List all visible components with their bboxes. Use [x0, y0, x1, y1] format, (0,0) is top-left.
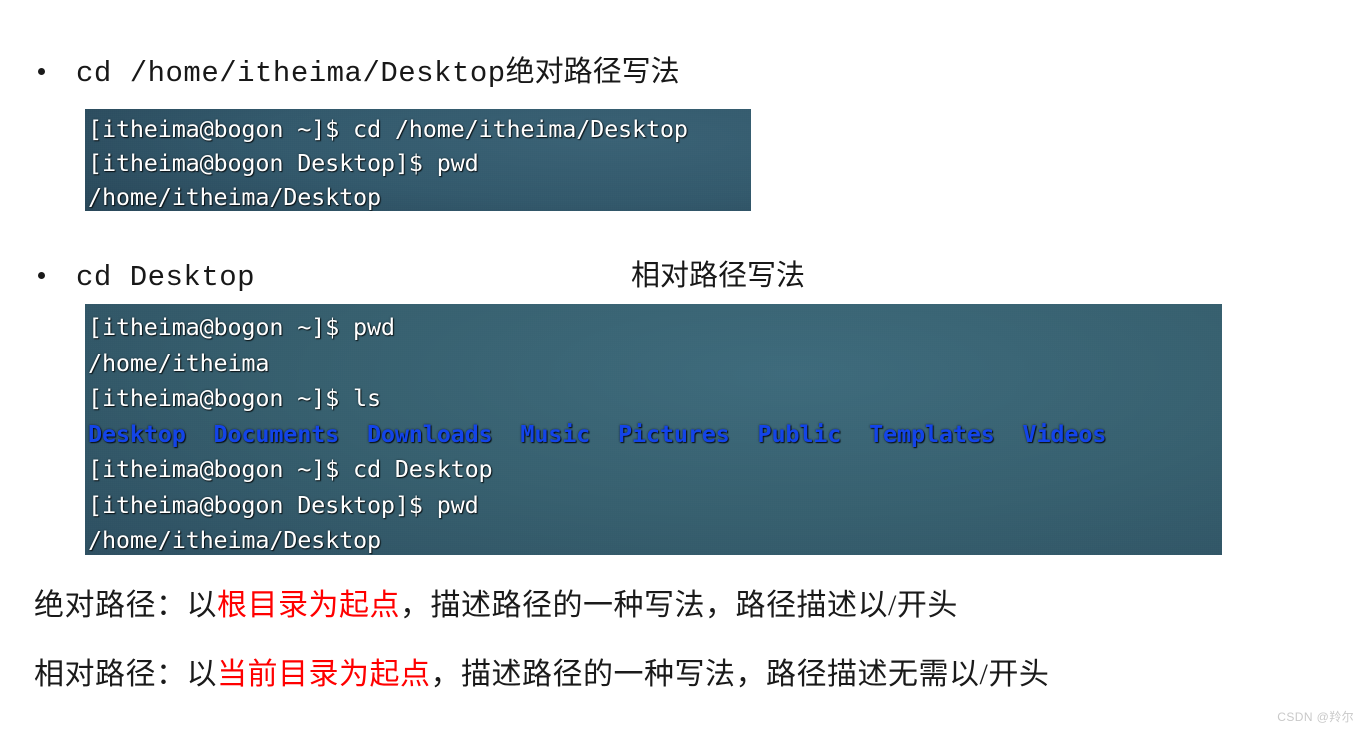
terminal-line-directory-listing: Desktop Documents Downloads Music Pictur… — [88, 419, 1107, 448]
bullet-command-text: cd Desktop — [76, 261, 256, 294]
terminal-output-lines: [itheima@bogon ~]$ pwd /home/itheima [it… — [85, 304, 1222, 555]
absolute-path-terminal: [itheima@bogon ~]$ cd /home/itheima/Desk… — [85, 109, 751, 211]
terminal-output-lines: [itheima@bogon ~]$ cd /home/itheima/Desk… — [85, 109, 751, 211]
note-highlight-text: 当前目录为起点 — [217, 658, 431, 691]
terminal-line: /home/itheima/Desktop — [88, 183, 381, 211]
terminal-line: /home/itheima — [88, 348, 270, 377]
note-highlight-text: 根目录为起点 — [217, 589, 400, 622]
terminal-line: [itheima@bogon ~]$ cd /home/itheima/Desk… — [88, 115, 688, 143]
terminal-line: [itheima@bogon ~]$ cd Desktop — [88, 455, 493, 483]
bullet-annotation-text: 绝对路径写法 — [505, 56, 680, 88]
note-tail-text: ，描述路径的一种写法，路径描述无需以/开头 — [430, 658, 1050, 691]
bullet-item-relative-path: cd Desktop 相对路径写法 — [38, 252, 805, 294]
terminal-line: [itheima@bogon Desktop]$ pwd — [88, 490, 479, 519]
note-relative-path: 相对路径：以当前目录为起点，描述路径的一种写法，路径描述无需以/开头 — [34, 649, 1049, 693]
terminal-line: [itheima@bogon Desktop]$ pwd — [88, 149, 479, 177]
terminal-line: [itheima@bogon ~]$ ls — [88, 384, 381, 412]
bullet-marker-icon — [38, 68, 45, 75]
bullet-command-text: cd /home/itheima/Desktop — [76, 57, 506, 90]
bullet-annotation-text: 相对路径写法 — [631, 260, 806, 292]
terminal-line: [itheima@bogon ~]$ pwd — [88, 313, 395, 341]
note-tail-text: ，描述路径的一种写法，路径描述以/开头 — [400, 589, 958, 622]
note-lead-text: 绝对路径：以 — [34, 589, 217, 622]
note-absolute-path: 绝对路径：以根目录为起点，描述路径的一种写法，路径描述以/开头 — [34, 580, 958, 624]
bullet-marker-icon — [38, 272, 45, 279]
bullet-item-absolute-path: cd /home/itheima/Desktop 绝对路径写法 — [38, 48, 680, 90]
note-lead-text: 相对路径：以 — [34, 658, 217, 691]
relative-path-terminal: [itheima@bogon ~]$ pwd /home/itheima [it… — [85, 304, 1222, 555]
csdn-watermark: CSDN @羚尔 — [1277, 710, 1354, 724]
terminal-line: /home/itheima/Desktop — [88, 526, 381, 554]
